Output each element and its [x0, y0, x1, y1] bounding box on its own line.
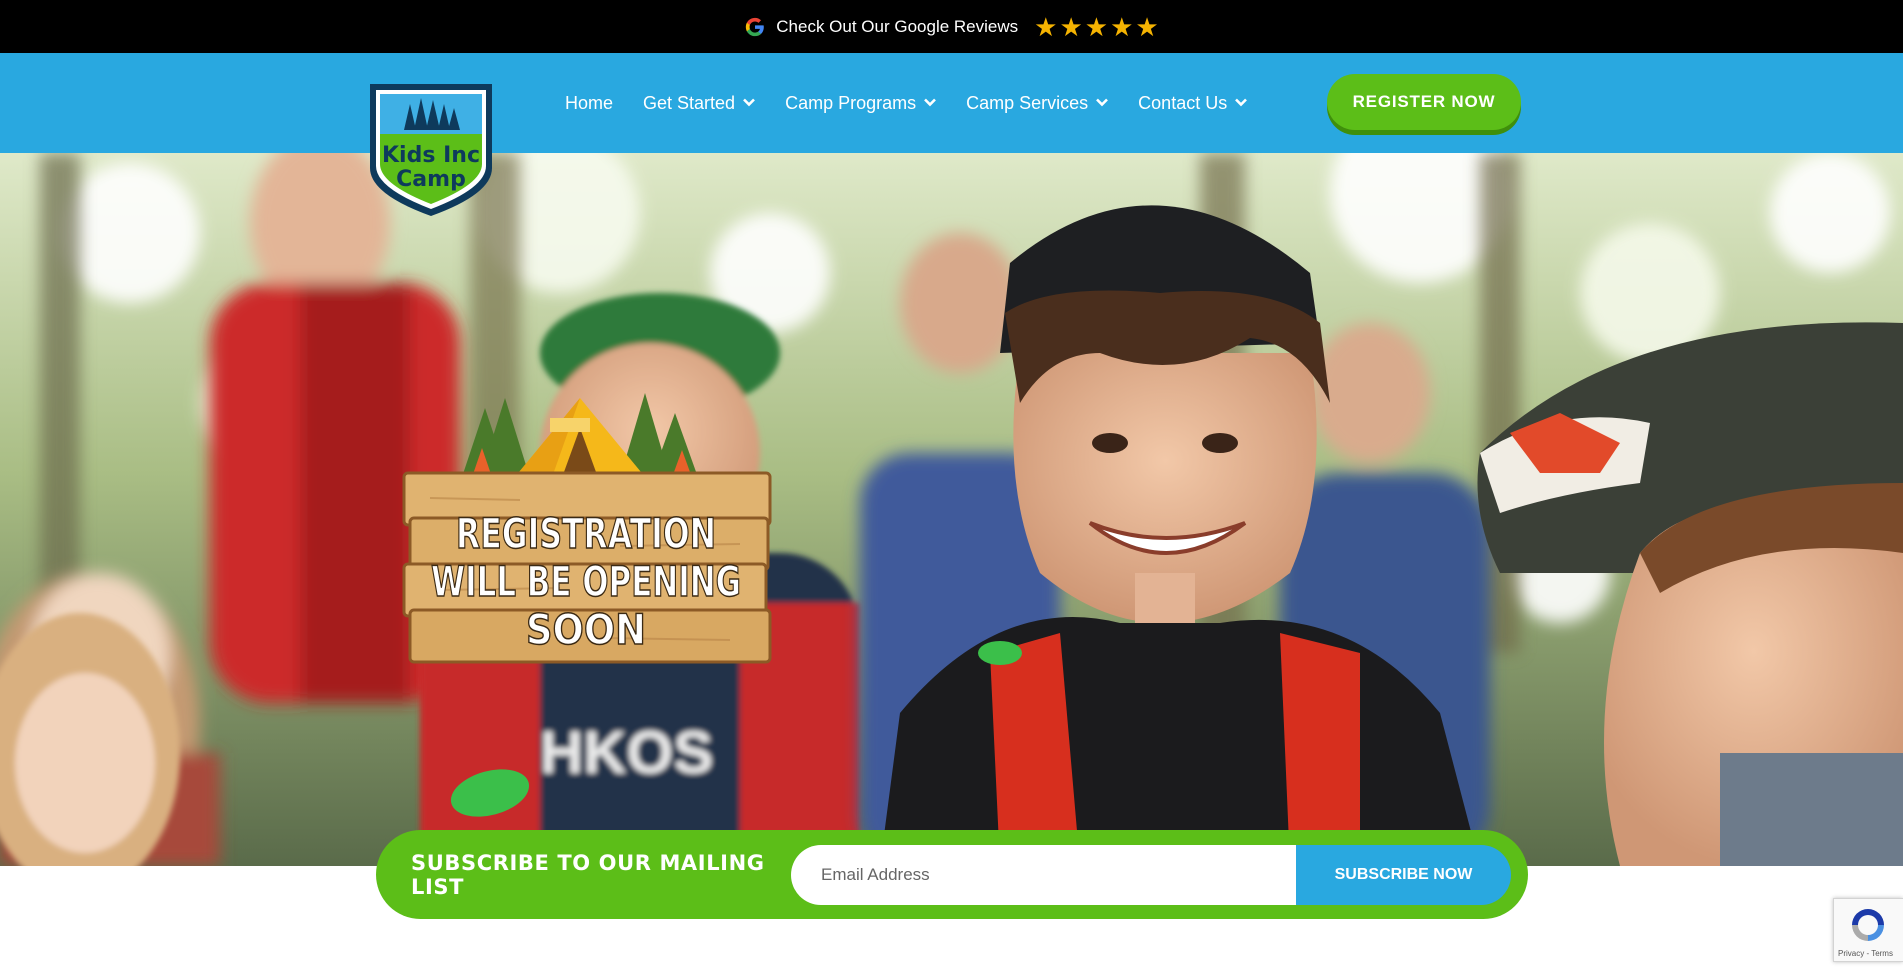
chevron-down-icon	[743, 98, 755, 106]
chevron-down-icon	[924, 98, 937, 106]
top-announcement-bar: Check Out Our Google Reviews ★ ★ ★ ★ ★	[0, 0, 1903, 53]
email-field[interactable]	[791, 844, 1296, 905]
svg-text:HKOS: HKOS	[540, 719, 713, 786]
star-icon: ★	[1135, 11, 1159, 42]
recaptcha-badge[interactable]: Privacy - Terms	[1833, 898, 1903, 962]
chevron-down-icon	[1235, 98, 1248, 106]
nav-contact-us[interactable]: Contact Us	[1138, 92, 1248, 114]
sign-line-3: SOON	[526, 605, 646, 654]
register-now-button[interactable]: REGISTER NOW	[1327, 74, 1521, 130]
hero-photo: HKOS	[0, 153, 1903, 866]
google-icon	[746, 17, 765, 36]
star-icon: ★	[1034, 11, 1058, 42]
sign-line-1: REGISTRATION	[456, 509, 716, 558]
logo-text-line2: Camp	[396, 167, 466, 192]
nav-camp-services[interactable]: Camp Services	[966, 92, 1109, 114]
nav-contact-us-label: Contact Us	[1138, 92, 1228, 113]
star-icon: ★	[1110, 11, 1134, 42]
logo-text-line1: Kids Inc	[382, 143, 480, 168]
chevron-down-icon	[1096, 98, 1109, 106]
recaptcha-icon	[1852, 909, 1884, 941]
subscribe-label: SUBSCRIBE TO OUR MAILING LIST	[411, 850, 765, 899]
nav-camp-programs-label: Camp Programs	[785, 92, 917, 113]
google-reviews-link[interactable]: Check Out Our Google Reviews	[776, 17, 1018, 37]
recaptcha-terms[interactable]: Privacy - Terms	[1838, 949, 1893, 958]
star-icon: ★	[1059, 11, 1083, 42]
nav-home[interactable]: Home	[565, 93, 613, 114]
nav-home-label: Home	[565, 92, 614, 113]
subscribe-now-button[interactable]: SUBSCRIBE NOW	[1296, 844, 1511, 905]
sign-line-2: WILL BE OPENING	[431, 557, 741, 606]
nav-get-started[interactable]: Get Started	[643, 93, 755, 114]
star-rating[interactable]: ★ ★ ★ ★ ★	[1034, 14, 1159, 40]
hero-banner: HKOS	[0, 153, 1903, 866]
nav-camp-services-label: Camp Services	[966, 92, 1089, 113]
main-navigation: Home Get Started Camp Programs Camp Serv…	[565, 53, 1248, 153]
star-icon: ★	[1084, 11, 1109, 42]
kids-inc-camp-logo[interactable]: Kids Inc Camp	[366, 82, 496, 218]
newsletter-subscribe-form: SUBSCRIBE TO OUR MAILING LIST SUBSCRIBE …	[376, 830, 1528, 919]
registration-sign: REGISTRATION WILL BE OPENING SOON	[402, 393, 772, 664]
nav-get-started-label: Get Started	[643, 92, 736, 113]
nav-camp-programs[interactable]: Camp Programs	[785, 92, 937, 114]
